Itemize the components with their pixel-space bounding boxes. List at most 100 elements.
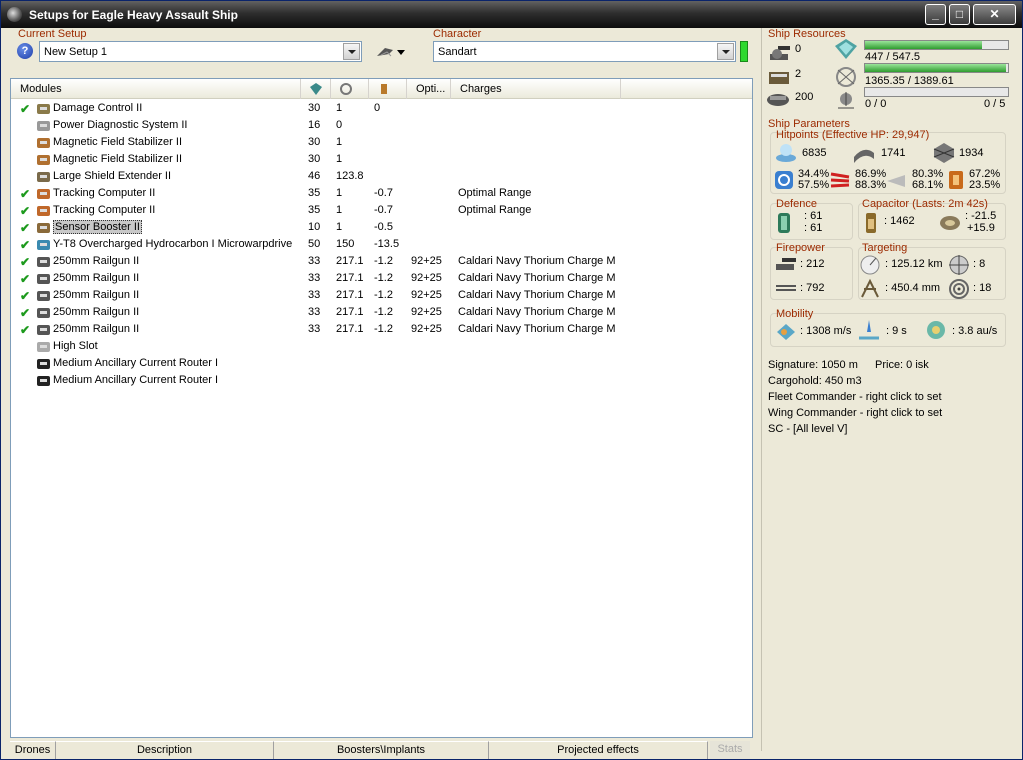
rig-icon	[37, 359, 50, 369]
railgun-icon	[37, 325, 50, 335]
character-label: Character	[433, 28, 482, 40]
active-check-icon[interactable]: ✔	[20, 323, 30, 337]
title-bar[interactable]: Setups for Eagle Heavy Assault Ship _ □ …	[1, 1, 1022, 28]
tab-stats[interactable]: Stats	[710, 741, 750, 759]
powergrid-bar-fill	[865, 64, 1006, 72]
module-row[interactable]: ✔ 250mm Railgun II 33 217.1 -1.2 92+25 Caldari…	[11, 304, 752, 321]
scan-resolution-value: : 450.4 mm	[885, 282, 941, 294]
module-row[interactable]: Power Diagnostic System II 16 0	[11, 117, 752, 134]
module-capacitor: -0.7	[374, 204, 393, 216]
active-check-icon[interactable]: ✔	[20, 221, 30, 235]
module-row[interactable]: ✔ Sensor Booster II 10 1 -0.5	[11, 219, 752, 236]
target-range-icon	[860, 255, 880, 275]
active-check-icon[interactable]: ✔	[20, 102, 30, 116]
kinetic-resist-b: 68.1%	[912, 179, 944, 191]
tab-projected-effects[interactable]: Projected effects	[489, 741, 708, 759]
module-name: Y-T8 Overcharged Hydrocarbon I Microwarp…	[53, 238, 293, 250]
active-check-icon[interactable]: ✔	[20, 187, 30, 201]
capacitor-recharge-icon	[940, 216, 960, 230]
defence-label: Defence	[776, 198, 817, 210]
module-cpu: 46	[308, 170, 321, 182]
minimize-button[interactable]: _	[925, 4, 946, 25]
tab-description[interactable]: Description	[56, 741, 274, 759]
column-charges[interactable]: Charges	[451, 79, 621, 99]
signature-text: Signature: 1050 m	[768, 359, 858, 371]
tab-drones[interactable]: Drones	[10, 741, 56, 759]
module-optimal: 92+25	[411, 306, 442, 318]
module-powergrid: 217.1	[336, 306, 364, 318]
module-row[interactable]: ✔ 250mm Railgun II 33 217.1 -1.2 92+25 Caldari…	[11, 270, 752, 287]
setup-select[interactable]: New Setup 1	[39, 41, 362, 62]
fleet-commander-text[interactable]: Fleet Commander - right click to set	[768, 391, 942, 403]
module-name: Damage Control II	[53, 102, 143, 114]
module-name: Large Shield Extender II	[53, 170, 172, 182]
close-button[interactable]: ✕	[973, 4, 1016, 25]
speed-value: : 1308 m/s	[800, 325, 852, 337]
column-modules[interactable]: Modules	[11, 79, 301, 99]
module-row[interactable]: Medium Ancillary Current Router I	[11, 355, 752, 372]
module-row[interactable]: Large Shield Extender II 46 123.8	[11, 168, 752, 185]
app-icon[interactable]	[7, 7, 22, 22]
module-powergrid: 217.1	[336, 323, 364, 335]
module-row[interactable]: High Slot	[11, 338, 752, 355]
help-icon[interactable]: ?	[17, 43, 33, 59]
module-row[interactable]: ✔ Tracking Computer II 35 1 -0.7 Optimal Rang…	[11, 185, 752, 202]
shield-icon	[776, 144, 796, 162]
module-cpu: 35	[308, 187, 321, 199]
max-targets-icon	[949, 255, 969, 275]
thermal-resist-icon	[830, 172, 850, 188]
wing-commander-text[interactable]: Wing Commander - right click to set	[768, 407, 942, 419]
launcher-hardpoints-icon	[769, 72, 789, 84]
active-check-icon[interactable]: ✔	[20, 289, 30, 303]
column-cpu[interactable]	[301, 79, 331, 99]
module-row[interactable]: ✔ Y-T8 Overcharged Hydrocarbon I Microwar…	[11, 236, 752, 253]
column-powergrid[interactable]	[331, 79, 369, 99]
armor-thermal-resist: 88.3%	[855, 179, 887, 191]
defence-value-a: : 61	[804, 210, 823, 222]
sensor-booster-icon	[37, 223, 50, 233]
chevron-down-icon[interactable]	[343, 43, 360, 60]
ship-menu-button[interactable]	[375, 44, 407, 62]
cargohold-text: Cargohold: 450 m3	[768, 375, 862, 387]
tracking-computer-icon	[37, 189, 50, 199]
active-check-icon[interactable]: ✔	[20, 255, 30, 269]
active-check-icon[interactable]: ✔	[20, 306, 30, 320]
modules-list[interactable]: Modules Opti... Charges ✔ Damage Control …	[10, 78, 753, 738]
capacitor-regen: +15.9	[967, 222, 995, 234]
module-name: High Slot	[53, 340, 98, 352]
column-capacitor[interactable]	[369, 79, 407, 99]
module-cpu: 30	[308, 136, 321, 148]
module-row[interactable]: Magnetic Field Stabilizer II 30 1	[11, 151, 752, 168]
module-capacitor: -1.2	[374, 289, 393, 301]
cpu-bar	[864, 40, 1009, 50]
chevron-down-icon[interactable]	[717, 43, 734, 60]
active-check-icon[interactable]: ✔	[20, 204, 30, 218]
module-row[interactable]: ✔ Damage Control II 30 1 0	[11, 100, 752, 117]
module-capacitor: -1.2	[374, 272, 393, 284]
railgun-icon	[37, 308, 50, 318]
stats-panel: Ship Resources 0 2 200 447 / 547.5 1365.…	[761, 28, 1016, 751]
module-row[interactable]: ✔ 250mm Railgun II 33 217.1 -1.2 92+25 Caldari…	[11, 287, 752, 304]
module-row[interactable]: Medium Ancillary Current Router I	[11, 372, 752, 389]
module-row[interactable]: ✔ 250mm Railgun II 33 217.1 -1.2 92+25 Caldari…	[11, 321, 752, 338]
tab-boosters-implants[interactable]: Boosters\Implants	[274, 741, 489, 759]
active-check-icon[interactable]: ✔	[20, 238, 30, 252]
maximize-button[interactable]: □	[949, 4, 970, 25]
powergrid-icon	[340, 83, 352, 95]
column-optimal[interactable]: Opti...	[407, 79, 451, 99]
module-cpu: 33	[308, 306, 321, 318]
defence-icon	[778, 213, 790, 233]
align-time-icon	[859, 320, 879, 340]
cpu-icon	[835, 39, 857, 59]
active-check-icon[interactable]: ✔	[20, 272, 30, 286]
shield-hp-value: 6835	[802, 147, 827, 159]
explosive-resist-icon	[949, 171, 963, 189]
module-row[interactable]: Magnetic Field Stabilizer II 30 1	[11, 134, 752, 151]
module-row[interactable]: ✔ 250mm Railgun II 33 217.1 -1.2 92+25 Caldari…	[11, 253, 752, 270]
module-row[interactable]: ✔ Tracking Computer II 35 1 -0.7 Optimal Rang…	[11, 202, 752, 219]
powergrid-icon	[836, 67, 856, 87]
character-select[interactable]: Sandart	[433, 41, 736, 62]
module-capacitor: -1.2	[374, 306, 393, 318]
powergrid-value: 1365.35 / 1389.61	[865, 75, 954, 87]
scan-resolution-icon	[861, 278, 879, 298]
